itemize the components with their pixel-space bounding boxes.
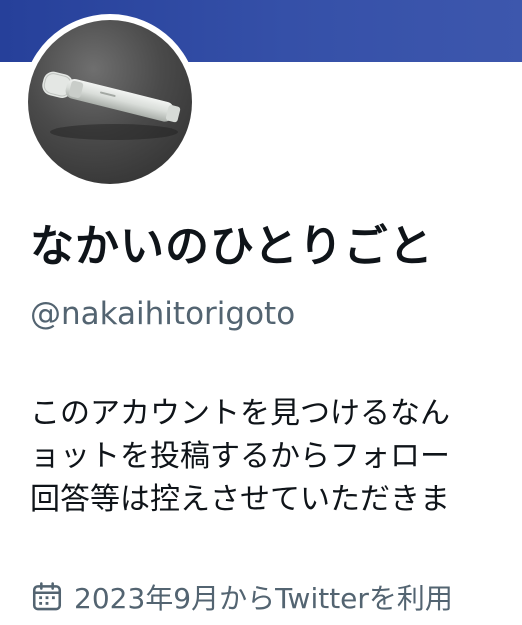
calendar-icon [30, 580, 64, 614]
avatar-image [28, 20, 192, 184]
profile-handle: @nakaihitorigoto [30, 296, 296, 332]
bio-line: ョットを投稿するからフォロー [30, 439, 450, 474]
avatar[interactable] [22, 14, 198, 190]
bio-line: 回答等は控えさせていただきま [30, 482, 450, 517]
bio-line: このアカウントを見つけるなん [30, 396, 450, 431]
joined-date: 2023年9月からTwitterを利用 [30, 575, 453, 619]
microphone-photo-icon [42, 71, 181, 140]
display-name: なかいのひとりごと [30, 221, 434, 272]
profile-page: なかいのひとりごと @nakaihitorigoto このアカウントを見つけるな… [0, 0, 522, 625]
joined-text: 2023年9月からTwitterを利用 [74, 582, 453, 615]
profile-bio: このアカウントを見つけるなん ョットを投稿するからフォロー 回答等は控えさせてい… [30, 392, 450, 521]
